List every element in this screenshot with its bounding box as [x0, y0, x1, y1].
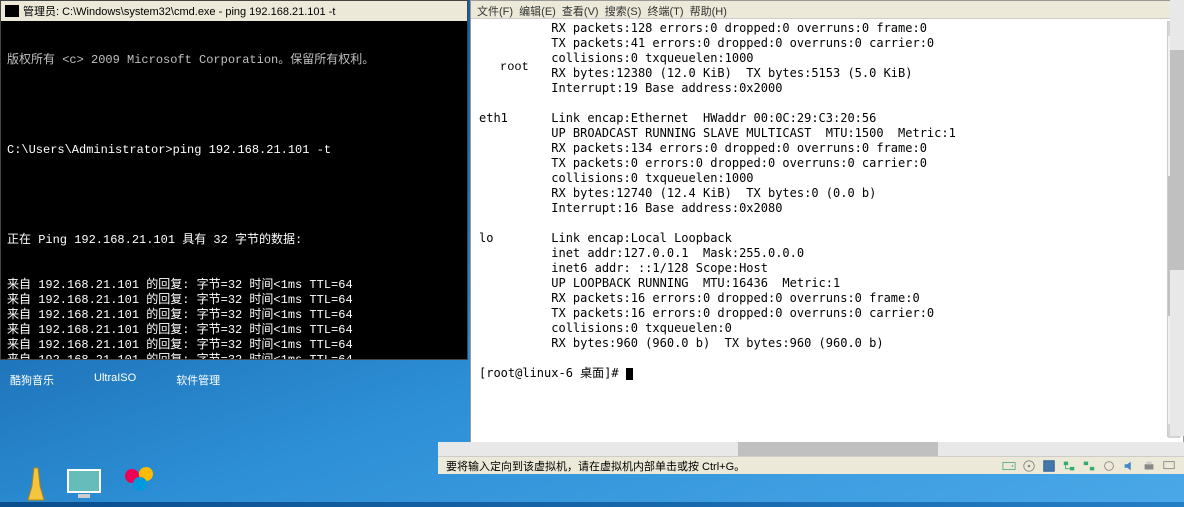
cmd-reply-line: 来自 192.168.21.101 的回复: 字节=32 时间<1ms TTL=…: [7, 308, 461, 323]
cmd-reply-line: 来自 192.168.21.101 的回复: 字节=32 时间<1ms TTL=…: [7, 353, 461, 359]
terminal-line: inet addr:127.0.0.1 Mask:255.0.0.0: [479, 246, 1175, 261]
vm-vertical-scrollbar[interactable]: [1170, 0, 1184, 436]
taskbar-balloons-icon[interactable]: [120, 464, 164, 502]
terminal-menubar[interactable]: 文件(F) 编辑(E) 查看(V) 搜索(S) 终端(T) 帮助(H): [471, 1, 1183, 19]
terminal-output[interactable]: RX packets:128 errors:0 dropped:0 overru…: [471, 19, 1183, 434]
taskbar-broom-icon[interactable]: [14, 464, 58, 502]
terminal-line: TX packets:41 errors:0 dropped:0 overrun…: [479, 36, 1175, 51]
vm-horizontal-scrollbar[interactable]: [438, 442, 1184, 456]
cmd-copyright: 版权所有 <c> 2009 Microsoft Corporation。保留所有…: [7, 53, 461, 68]
terminal-line: TX packets:16 errors:0 dropped:0 overrun…: [479, 306, 1175, 321]
terminal-line: [479, 96, 1175, 111]
terminal-line: RX packets:134 errors:0 dropped:0 overru…: [479, 141, 1175, 156]
vm-hscroll-thumb[interactable]: [738, 442, 938, 456]
desktop-icon-software[interactable]: 软件管理: [176, 372, 220, 388]
terminal-line: [479, 351, 1175, 366]
terminal-line: UP LOOPBACK RUNNING MTU:16436 Metric:1: [479, 276, 1175, 291]
taskbar-monitor-icon[interactable]: [62, 464, 106, 502]
vm-scroll-thumb[interactable]: [1170, 50, 1184, 270]
terminal-line: [479, 216, 1175, 231]
terminal-line: RX packets:128 errors:0 dropped:0 overru…: [479, 21, 1175, 36]
cmd-output[interactable]: 版权所有 <c> 2009 Microsoft Corporation。保留所有…: [1, 21, 467, 359]
terminal-line: UP BROADCAST RUNNING SLAVE MULTICAST MTU…: [479, 126, 1175, 141]
terminal-line: lo Link encap:Local Loopback: [479, 231, 1175, 246]
cmd-titlebar[interactable]: 管理员: C:\Windows\system32\cmd.exe - ping …: [1, 1, 467, 21]
terminal-line: [root@linux-6 桌面]#: [479, 366, 1175, 381]
desktop-icons: 酷狗音乐 UltraISO 软件管理: [10, 372, 220, 388]
desktop-icon-ultraiso[interactable]: UltraISO: [94, 372, 136, 388]
cmd-reply-line: 来自 192.168.21.101 的回复: 字节=32 时间<1ms TTL=…: [7, 338, 461, 353]
taskbar[interactable]: [0, 456, 1184, 502]
terminal-line: RX packets:16 errors:0 dropped:0 overrun…: [479, 291, 1175, 306]
cmd-reply-line: 来自 192.168.21.101 的回复: 字节=32 时间<1ms TTL=…: [7, 323, 461, 338]
terminal-line: Interrupt:16 Base address:0x2080: [479, 201, 1175, 216]
cmd-title-text: 管理员: C:\Windows\system32\cmd.exe - ping …: [23, 3, 335, 19]
terminal-line: collisions:0 txqueuelen:0: [479, 321, 1175, 336]
cmd-reply-line: 来自 192.168.21.101 的回复: 字节=32 时间<1ms TTL=…: [7, 278, 461, 293]
cmd-prompt: C:\Users\Administrator>ping 192.168.21.1…: [7, 143, 461, 158]
terminal-line: RX bytes:12380 (12.0 KiB) TX bytes:5153 …: [479, 66, 1175, 81]
terminal-line: eth1 Link encap:Ethernet HWaddr 00:0C:29…: [479, 111, 1175, 126]
terminal-line: inet6 addr: ::1/128 Scope:Host: [479, 261, 1175, 276]
side-label-root: root: [500, 60, 529, 74]
terminal-line: collisions:0 txqueuelen:1000: [479, 171, 1175, 186]
terminal-window[interactable]: 文件(F) 编辑(E) 查看(V) 搜索(S) 终端(T) 帮助(H) RX p…: [470, 0, 1184, 456]
cmd-ping-header: 正在 Ping 192.168.21.101 具有 32 字节的数据:: [7, 233, 461, 248]
terminal-line: RX bytes:960 (960.0 b) TX bytes:960 (960…: [479, 336, 1175, 351]
terminal-line: collisions:0 txqueuelen:1000: [479, 51, 1175, 66]
terminal-line: TX packets:0 errors:0 dropped:0 overruns…: [479, 156, 1175, 171]
terminal-line: RX bytes:12740 (12.4 KiB) TX bytes:0 (0.…: [479, 186, 1175, 201]
cmd-icon: [5, 5, 19, 17]
terminal-line: Interrupt:19 Base address:0x2000: [479, 81, 1175, 96]
cmd-window[interactable]: 管理员: C:\Windows\system32\cmd.exe - ping …: [0, 0, 468, 360]
desktop-icon-kugou[interactable]: 酷狗音乐: [10, 372, 54, 388]
cmd-reply-line: 来自 192.168.21.101 的回复: 字节=32 时间<1ms TTL=…: [7, 293, 461, 308]
terminal-cursor: [626, 368, 633, 380]
